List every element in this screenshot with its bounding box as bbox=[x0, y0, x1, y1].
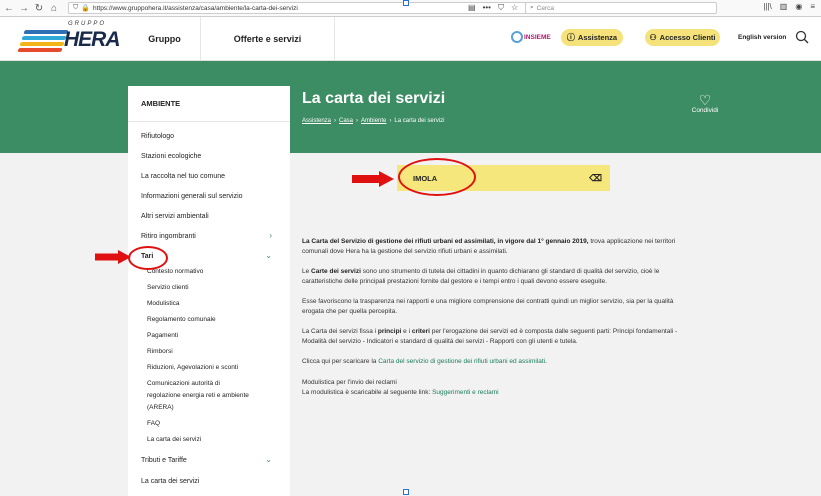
info-icon: ⓘ bbox=[566, 33, 575, 42]
sidebar-item-altri-servizi[interactable]: Altri servizi ambientali bbox=[141, 213, 209, 220]
english-version-link[interactable]: English version bbox=[738, 34, 786, 41]
sidebar-item-rifiutologo[interactable]: Rifiutologo bbox=[141, 133, 174, 140]
bookmark-icon[interactable]: ☆ bbox=[511, 3, 518, 13]
suggerimenti-reclami-link[interactable]: Suggerimenti e reclami bbox=[432, 389, 498, 396]
tari-sub-arera-line1[interactable]: Comunicazioni autorità di bbox=[147, 380, 220, 387]
annotation-ellipse-tari bbox=[128, 246, 168, 270]
pocket-icon[interactable]: ⛉ bbox=[498, 3, 504, 13]
reader-icon[interactable]: ▤ bbox=[468, 3, 476, 13]
insieme-logo[interactable]: INSIEME bbox=[511, 29, 551, 45]
tari-sub-carta-servizi[interactable]: La carta dei servizi bbox=[147, 436, 201, 443]
sidebar-item-tributi-tariffe[interactable]: Tributi e Tariffe bbox=[141, 457, 187, 464]
sidebar-icon[interactable]: ▥ bbox=[780, 2, 788, 11]
reclami-heading: Modulistica per l'invio dei reclami bbox=[302, 379, 397, 386]
clear-icon[interactable]: ⌫ bbox=[589, 173, 602, 184]
user-icon: ⚇ bbox=[649, 33, 657, 42]
annotation-arrow-tari bbox=[95, 250, 131, 264]
insieme-ring-icon bbox=[511, 31, 523, 43]
address-bar[interactable]: ⛉ 🔒 https://www.gruppohera.it/assistenza… bbox=[68, 2, 528, 14]
browser-toolbar: ← → ↻ ⌂ ⛉ 🔒 https://www.gruppohera.it/as… bbox=[0, 0, 821, 17]
sidebar: AMBIENTE Rifiutologo Stazioni ecologiche… bbox=[128, 86, 290, 496]
search-placeholder: Cerca bbox=[536, 4, 554, 12]
chevron-right-icon: › bbox=[389, 118, 392, 124]
search-icon: ⌕ bbox=[530, 4, 534, 11]
url-text: https://www.gruppohera.it/assistenza/cas… bbox=[92, 4, 298, 12]
logo-gruppo: GRUPPO bbox=[68, 21, 107, 27]
tari-sub-rimborsi[interactable]: Rimborsi bbox=[147, 348, 173, 355]
breadcrumb-ambiente[interactable]: Ambiente bbox=[361, 118, 386, 124]
sidebar-item-informazioni[interactable]: Informazioni generali sul servizio bbox=[141, 193, 243, 200]
content-paragraph-3: Esse favoriscono la trasparenza nei rapp… bbox=[302, 298, 674, 315]
chevron-right-icon[interactable]: › bbox=[269, 231, 272, 240]
content-paragraph-5: Clicca qui per scaricare la Carta del se… bbox=[302, 358, 547, 365]
annotation-arrow-city bbox=[352, 171, 394, 187]
browser-search[interactable]: ⌕ Cerca bbox=[525, 2, 717, 14]
forward-icon[interactable]: → bbox=[18, 2, 30, 14]
share-label: Condividi bbox=[691, 107, 719, 114]
breadcrumb-assistenza[interactable]: Assistenza bbox=[302, 118, 331, 124]
chevron-down-icon[interactable]: ⌄ bbox=[265, 455, 272, 464]
tari-sub-regolamento[interactable]: Regolamento comunale bbox=[147, 316, 216, 323]
carta-servizio-link[interactable]: Carta del servizio di gestione dei rifiu… bbox=[378, 358, 545, 365]
tari-sub-arera-line3[interactable]: (ARERA) bbox=[147, 404, 174, 411]
tari-sub-pagamenti[interactable]: Pagamenti bbox=[147, 332, 178, 339]
content-paragraph-2: Le Carte dei servizi sono uno strumento … bbox=[302, 268, 660, 285]
breadcrumb: Assistenza › Casa › Ambiente › La carta … bbox=[302, 118, 444, 124]
reload-icon[interactable]: ↻ bbox=[33, 2, 45, 14]
tari-sub-arera-line2[interactable]: regolazione energia reti e ambiente bbox=[147, 392, 249, 399]
sidebar-item-ritiro-ingombranti[interactable]: Ritiro ingombranti bbox=[141, 233, 196, 240]
home-icon[interactable]: ⌂ bbox=[48, 2, 60, 14]
hera-logo[interactable]: GRUPPO HERA bbox=[17, 21, 121, 57]
chevron-right-icon: › bbox=[356, 118, 359, 124]
tari-sub-faq[interactable]: FAQ bbox=[147, 420, 160, 427]
library-icon[interactable]: |||\ bbox=[763, 2, 771, 11]
more-icon[interactable]: ••• bbox=[483, 3, 491, 13]
chevron-down-icon[interactable]: ⌄ bbox=[265, 251, 272, 260]
sidebar-item-stazioni-ecologiche[interactable]: Stazioni ecologiche bbox=[141, 153, 201, 160]
nav-offerte-servizi[interactable]: Offerte e servizi bbox=[201, 17, 335, 61]
back-icon[interactable]: ← bbox=[3, 2, 15, 14]
accesso-clienti-button[interactable]: ⚇ Accesso Clienti bbox=[645, 29, 720, 46]
lock-icon: 🔒 bbox=[81, 5, 90, 12]
logo-hera: HERA bbox=[64, 28, 121, 51]
share-heart-icon: ♡ bbox=[698, 92, 712, 108]
shield-icon: ⛉ bbox=[73, 4, 79, 11]
content-paragraph-1: La Carta del Servizio di gestione dei ri… bbox=[302, 238, 676, 255]
breadcrumb-current: La carta dei servizi bbox=[394, 118, 445, 124]
sidebar-item-carta-servizi[interactable]: La carta dei servizi bbox=[141, 478, 199, 485]
page-title: La carta dei servizi bbox=[302, 90, 446, 107]
assistenza-button[interactable]: ⓘ Assistenza bbox=[561, 29, 623, 46]
share-button[interactable]: ♡ Condividi bbox=[688, 93, 722, 114]
scroll-marker-top bbox=[403, 0, 409, 6]
sidebar-title: AMBIENTE bbox=[128, 86, 290, 122]
tari-sub-riduzioni[interactable]: Riduzioni, Agevolazioni e sconti bbox=[147, 364, 238, 371]
site-header: GRUPPO HERA Gruppo Offerte e servizi INS… bbox=[0, 17, 821, 61]
annotation-ellipse-city bbox=[398, 158, 476, 196]
content-paragraph-6: La modulistica è scaricabile al seguente… bbox=[302, 389, 499, 396]
tari-sub-servizio-clienti[interactable]: Servizio clienti bbox=[147, 284, 189, 291]
tari-sub-modulistica[interactable]: Modulistica bbox=[147, 300, 180, 307]
nav-gruppo[interactable]: Gruppo bbox=[129, 17, 201, 61]
search-icon[interactable] bbox=[795, 30, 809, 44]
content-paragraph-4: La Carta dei servizi fissa i principi e … bbox=[302, 328, 678, 345]
chevron-right-icon: › bbox=[334, 118, 337, 124]
menu-icon[interactable]: ≡ bbox=[810, 2, 815, 11]
account-icon[interactable]: ◉ bbox=[795, 2, 802, 11]
scroll-marker-bottom bbox=[403, 489, 409, 495]
sidebar-item-raccolta[interactable]: La raccolta nel tuo comune bbox=[141, 173, 225, 180]
breadcrumb-casa[interactable]: Casa bbox=[339, 118, 353, 124]
